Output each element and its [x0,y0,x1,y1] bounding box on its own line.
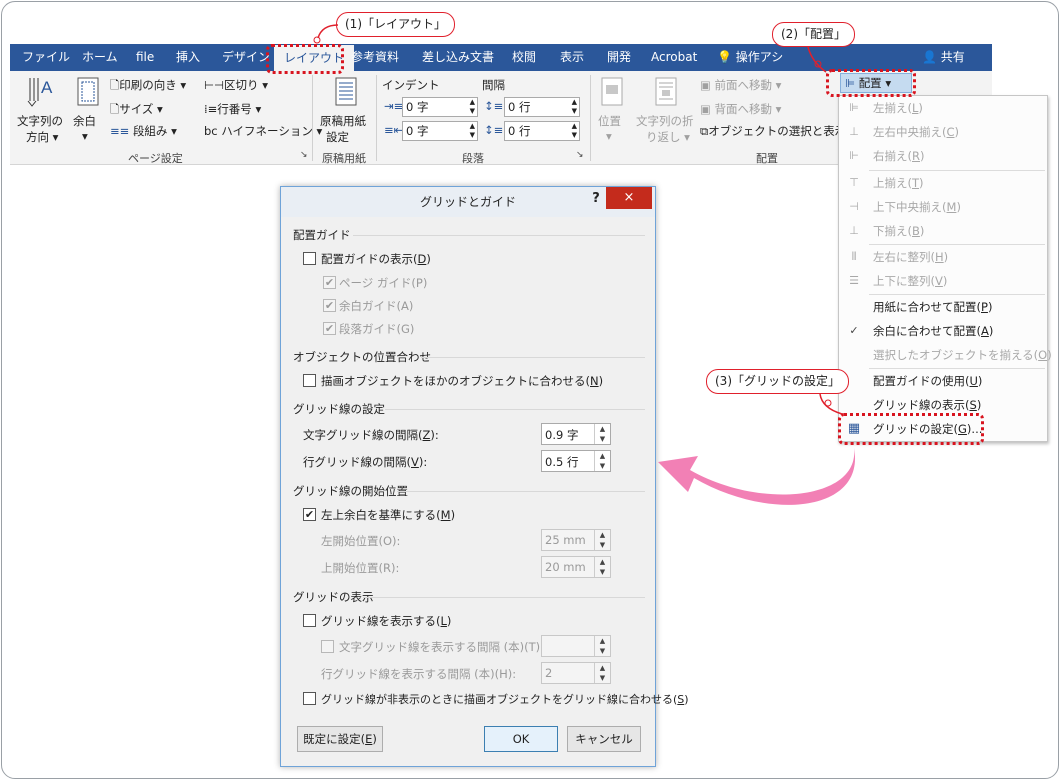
pink-arrow-icon [658,448,856,505]
callout-leader-1-dot [313,36,321,44]
annotation-overlay [313,24,856,505]
callout-leader-3-dot [824,399,832,407]
callout-leader-2 [807,46,827,73]
callout-leader-1 [317,24,339,39]
